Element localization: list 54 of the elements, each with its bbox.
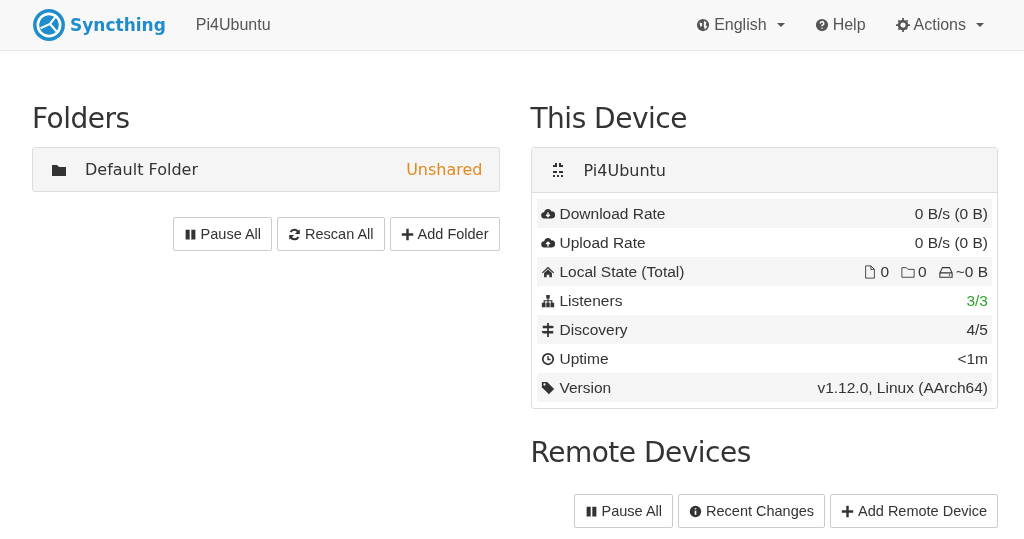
signpost-icon <box>540 322 555 337</box>
drive-icon <box>938 264 953 279</box>
network-icon <box>540 293 555 308</box>
row-value: 0 B/s (0 B) <box>914 233 988 252</box>
row-value: 4/5 <box>966 320 988 339</box>
row-label: Listeners <box>559 291 623 310</box>
device-name: Pi4Ubuntu <box>583 160 666 180</box>
tag-icon <box>540 380 555 395</box>
row-label: Uptime <box>559 349 609 368</box>
row-label: Discovery <box>559 320 628 339</box>
folder-status: Unshared <box>406 160 483 179</box>
logo-icon <box>32 8 66 42</box>
section-heading: Folders <box>32 103 131 135</box>
pause-icon <box>584 504 598 518</box>
action-button[interactable]: Add Folder <box>389 217 500 251</box>
row-value: 0 B/s (0 B) <box>914 204 988 223</box>
row-value: 0 <box>918 262 927 281</box>
action-button[interactable]: Pause All <box>172 217 273 251</box>
row-value: v1.12.0, Linux (AArch64) <box>817 378 988 397</box>
row-value: 0 <box>880 262 890 281</box>
device-name: Pi4Ubuntu <box>195 16 271 34</box>
action-button[interactable]: Rescan All <box>277 217 385 251</box>
row-label: Upload Rate <box>559 233 646 252</box>
info-icon <box>689 504 703 518</box>
nav-menu-item[interactable]: English <box>696 16 785 34</box>
home-icon <box>540 264 555 279</box>
cloud-upload-icon <box>540 235 555 250</box>
folder-icon <box>901 264 916 279</box>
row-value: <1m <box>957 349 988 368</box>
folder-name: Default Folder <box>85 160 198 179</box>
cloud-download-icon <box>540 206 555 221</box>
panel-header[interactable]: Pi4Ubuntu <box>531 148 997 193</box>
row-label: Version <box>559 378 612 397</box>
settings-icon <box>895 18 910 32</box>
pause-icon <box>183 227 197 241</box>
refresh-icon <box>288 227 302 241</box>
plus-icon <box>841 504 855 518</box>
action-button[interactable]: Recent Changes <box>678 494 826 528</box>
nav-menu-item[interactable]: Actions <box>895 16 984 34</box>
plus-icon <box>400 227 414 241</box>
nav-menu-item[interactable]: Help <box>814 16 866 34</box>
row-value: ~0 B <box>955 262 988 281</box>
clock-icon <box>540 351 555 366</box>
row-value: 3/3 <box>966 291 988 310</box>
row-label: Download Rate <box>559 204 666 223</box>
row-label: Local State (Total) <box>559 262 685 281</box>
file-icon <box>863 264 878 279</box>
help-icon <box>814 18 829 32</box>
action-button[interactable]: Add Remote Device <box>830 494 998 528</box>
brand-name: Syncthing <box>70 15 166 35</box>
section-heading: Remote Devices <box>530 437 752 469</box>
section-heading: This Device <box>530 103 688 135</box>
action-button[interactable]: Pause All <box>573 494 674 528</box>
folder-panel[interactable]: Default Folder Unshared <box>32 147 500 192</box>
